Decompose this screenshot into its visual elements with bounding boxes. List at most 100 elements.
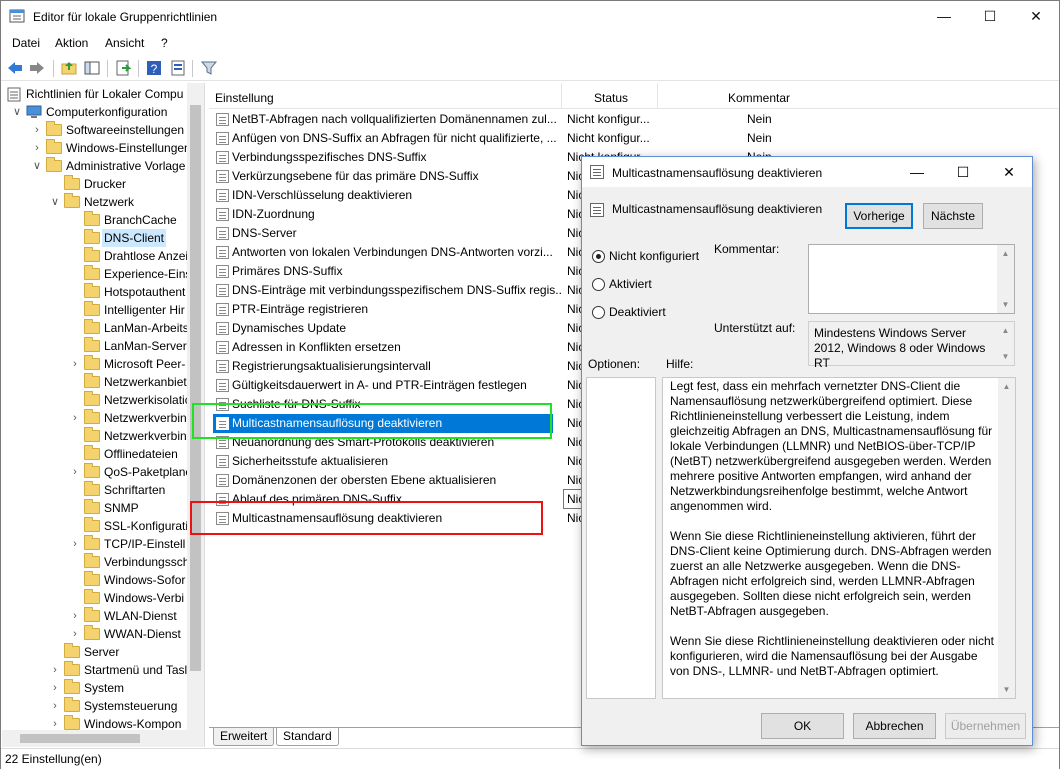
- chevron-right-icon[interactable]: ›: [70, 409, 80, 427]
- show-hide-tree-icon[interactable]: [83, 59, 101, 77]
- chevron-right-icon[interactable]: ›: [32, 139, 42, 157]
- tree-node[interactable]: Netzwerkisolatic: [2, 391, 202, 409]
- column-header-comment[interactable]: Kommentar: [728, 91, 790, 105]
- tree-node-label: Windows-Einstellungen: [66, 141, 191, 155]
- tree-node[interactable]: BranchCache: [2, 211, 202, 229]
- dialog-minimize-button[interactable]: —: [894, 157, 940, 187]
- tree-node[interactable]: Server: [2, 643, 202, 661]
- tree-node[interactable]: › Startmenü und Tasl: [2, 661, 202, 679]
- table-row[interactable]: NetBT-Abfragen nach vollqualifizierten D…: [213, 110, 1053, 129]
- radio-circle[interactable]: [592, 250, 605, 263]
- tree-node[interactable]: Netzwerkverbin: [2, 427, 202, 445]
- tree-node[interactable]: › Netzwerkverbin: [2, 409, 202, 427]
- comment-textarea[interactable]: ▲ ▼: [808, 244, 1015, 314]
- maximize-button[interactable]: ☐: [967, 1, 1013, 32]
- supported-scrollbar[interactable]: ▲ ▼: [997, 322, 1014, 365]
- close-button[interactable]: ✕: [1013, 1, 1059, 32]
- menu-help[interactable]: ?: [161, 36, 168, 50]
- computer-icon: [26, 105, 42, 118]
- export-list-icon[interactable]: [114, 59, 132, 77]
- properties-icon[interactable]: [169, 59, 187, 77]
- dialog-close-button[interactable]: ✕: [986, 157, 1032, 187]
- tree-node[interactable]: Drahtlose Anzei: [2, 247, 202, 265]
- tree-node-label: Softwareeinstellungen: [66, 123, 185, 137]
- tree-node[interactable]: ∨ Netzwerk: [2, 193, 202, 211]
- apply-button[interactable]: Übernehmen: [945, 713, 1026, 739]
- chevron-right-icon[interactable]: ›: [70, 535, 80, 553]
- chevron-right-icon[interactable]: ›: [70, 463, 80, 481]
- back-arrow-icon[interactable]: [6, 59, 24, 77]
- chevron-right-icon[interactable]: ›: [32, 121, 42, 139]
- tree-node[interactable]: Windows-Verbi: [2, 589, 202, 607]
- menu-ansicht[interactable]: Ansicht: [105, 36, 144, 50]
- tab-standard[interactable]: Standard: [276, 728, 339, 746]
- tree-node[interactable]: › WLAN-Dienst: [2, 607, 202, 625]
- tree-node[interactable]: SNMP: [2, 499, 202, 517]
- tab-erweitert[interactable]: Erweitert: [213, 728, 275, 746]
- chevron-right-icon[interactable]: ›: [70, 607, 80, 625]
- status-bar: 22 Einstellung(en): [1, 748, 1059, 769]
- tree-node[interactable]: Drucker: [2, 175, 202, 193]
- tree-node[interactable]: Verbindungssch: [2, 553, 202, 571]
- tree-node[interactable]: Richtlinien für Lokaler Compu: [2, 85, 202, 103]
- chevron-right-icon[interactable]: ›: [50, 679, 60, 697]
- tree-node[interactable]: SSL-Konfigurati: [2, 517, 202, 535]
- filter-icon[interactable]: [200, 59, 218, 77]
- policy-setting-icon: [216, 322, 229, 335]
- green-highlight-box: [192, 403, 552, 439]
- menu-aktion[interactable]: Aktion: [55, 36, 88, 50]
- tree-node[interactable]: › Systemsteuerung: [2, 697, 202, 715]
- tree-node[interactable]: LanMan-Server: [2, 337, 202, 355]
- help-icon[interactable]: ?: [145, 59, 163, 77]
- scroll-thumb[interactable]: [190, 105, 201, 671]
- column-header-setting[interactable]: Einstellung: [215, 91, 274, 105]
- options-label: Optionen:: [588, 357, 641, 371]
- folder-icon: [64, 697, 80, 712]
- tree-node[interactable]: LanMan-Arbeits: [2, 319, 202, 337]
- minimize-button[interactable]: —: [921, 1, 967, 32]
- previous-button[interactable]: Vorherige: [845, 203, 913, 229]
- chevron-right-icon[interactable]: ›: [50, 661, 60, 679]
- tree-node[interactable]: DNS-Client: [2, 229, 202, 247]
- chevron-right-icon[interactable]: ›: [70, 355, 80, 373]
- tree-node[interactable]: › WWAN-Dienst: [2, 625, 202, 643]
- tree-node[interactable]: Offlinedateien: [2, 445, 202, 463]
- scroll-thumb[interactable]: [20, 734, 140, 743]
- chevron-down-icon[interactable]: ∨: [50, 193, 60, 211]
- ok-button[interactable]: OK: [761, 713, 844, 739]
- tree-node[interactable]: Netzwerkanbiet: [2, 373, 202, 391]
- tree-node[interactable]: Windows-Sofor: [2, 571, 202, 589]
- tree-node-label: Windows-Verbi: [104, 591, 185, 605]
- tree-node[interactable]: › Windows-Einstellungen: [2, 139, 202, 157]
- next-button[interactable]: Nächste: [923, 203, 983, 229]
- table-row[interactable]: Anfügen von DNS-Suffix an Abfragen für n…: [213, 129, 1053, 148]
- cancel-button[interactable]: Abbrechen: [853, 713, 936, 739]
- tree-node[interactable]: › QoS-Paketplane: [2, 463, 202, 481]
- tree-node[interactable]: Hotspotauthent: [2, 283, 202, 301]
- chevron-right-icon[interactable]: ›: [70, 625, 80, 643]
- radio-circle[interactable]: [592, 306, 605, 319]
- tree-node[interactable]: Experience-Eins: [2, 265, 202, 283]
- up-folder-icon[interactable]: [60, 59, 78, 77]
- forward-arrow-icon[interactable]: [28, 59, 46, 77]
- comment-scrollbar[interactable]: ▲ ▼: [997, 245, 1014, 313]
- tree-node[interactable]: › Softwareeinstellungen: [2, 121, 202, 139]
- radio-circle[interactable]: [592, 278, 605, 291]
- chevron-right-icon[interactable]: ›: [50, 697, 60, 715]
- tree-node[interactable]: Intelligenter Hir: [2, 301, 202, 319]
- tree-node[interactable]: › Microsoft Peer-: [2, 355, 202, 373]
- dialog-maximize-button[interactable]: ☐: [940, 157, 986, 187]
- help-scrollbar[interactable]: ▲ ▼: [998, 378, 1015, 698]
- folder-icon: [84, 229, 100, 244]
- tree-node[interactable]: ∨ Administrative Vorlage: [2, 157, 202, 175]
- tree-node[interactable]: › TCP/IP-Einstell: [2, 535, 202, 553]
- tree-node[interactable]: › System: [2, 679, 202, 697]
- chevron-down-icon[interactable]: ∨: [12, 103, 22, 121]
- tree-node[interactable]: ∨ Computerkonfiguration: [2, 103, 202, 121]
- tree-horizontal-scrollbar[interactable]: [2, 730, 204, 747]
- tree-node[interactable]: Schriftarten: [2, 481, 202, 499]
- chevron-down-icon[interactable]: ∨: [32, 157, 42, 175]
- menu-datei[interactable]: Datei: [12, 36, 40, 50]
- folder-icon: [84, 625, 100, 640]
- column-header-status[interactable]: Status: [594, 91, 628, 105]
